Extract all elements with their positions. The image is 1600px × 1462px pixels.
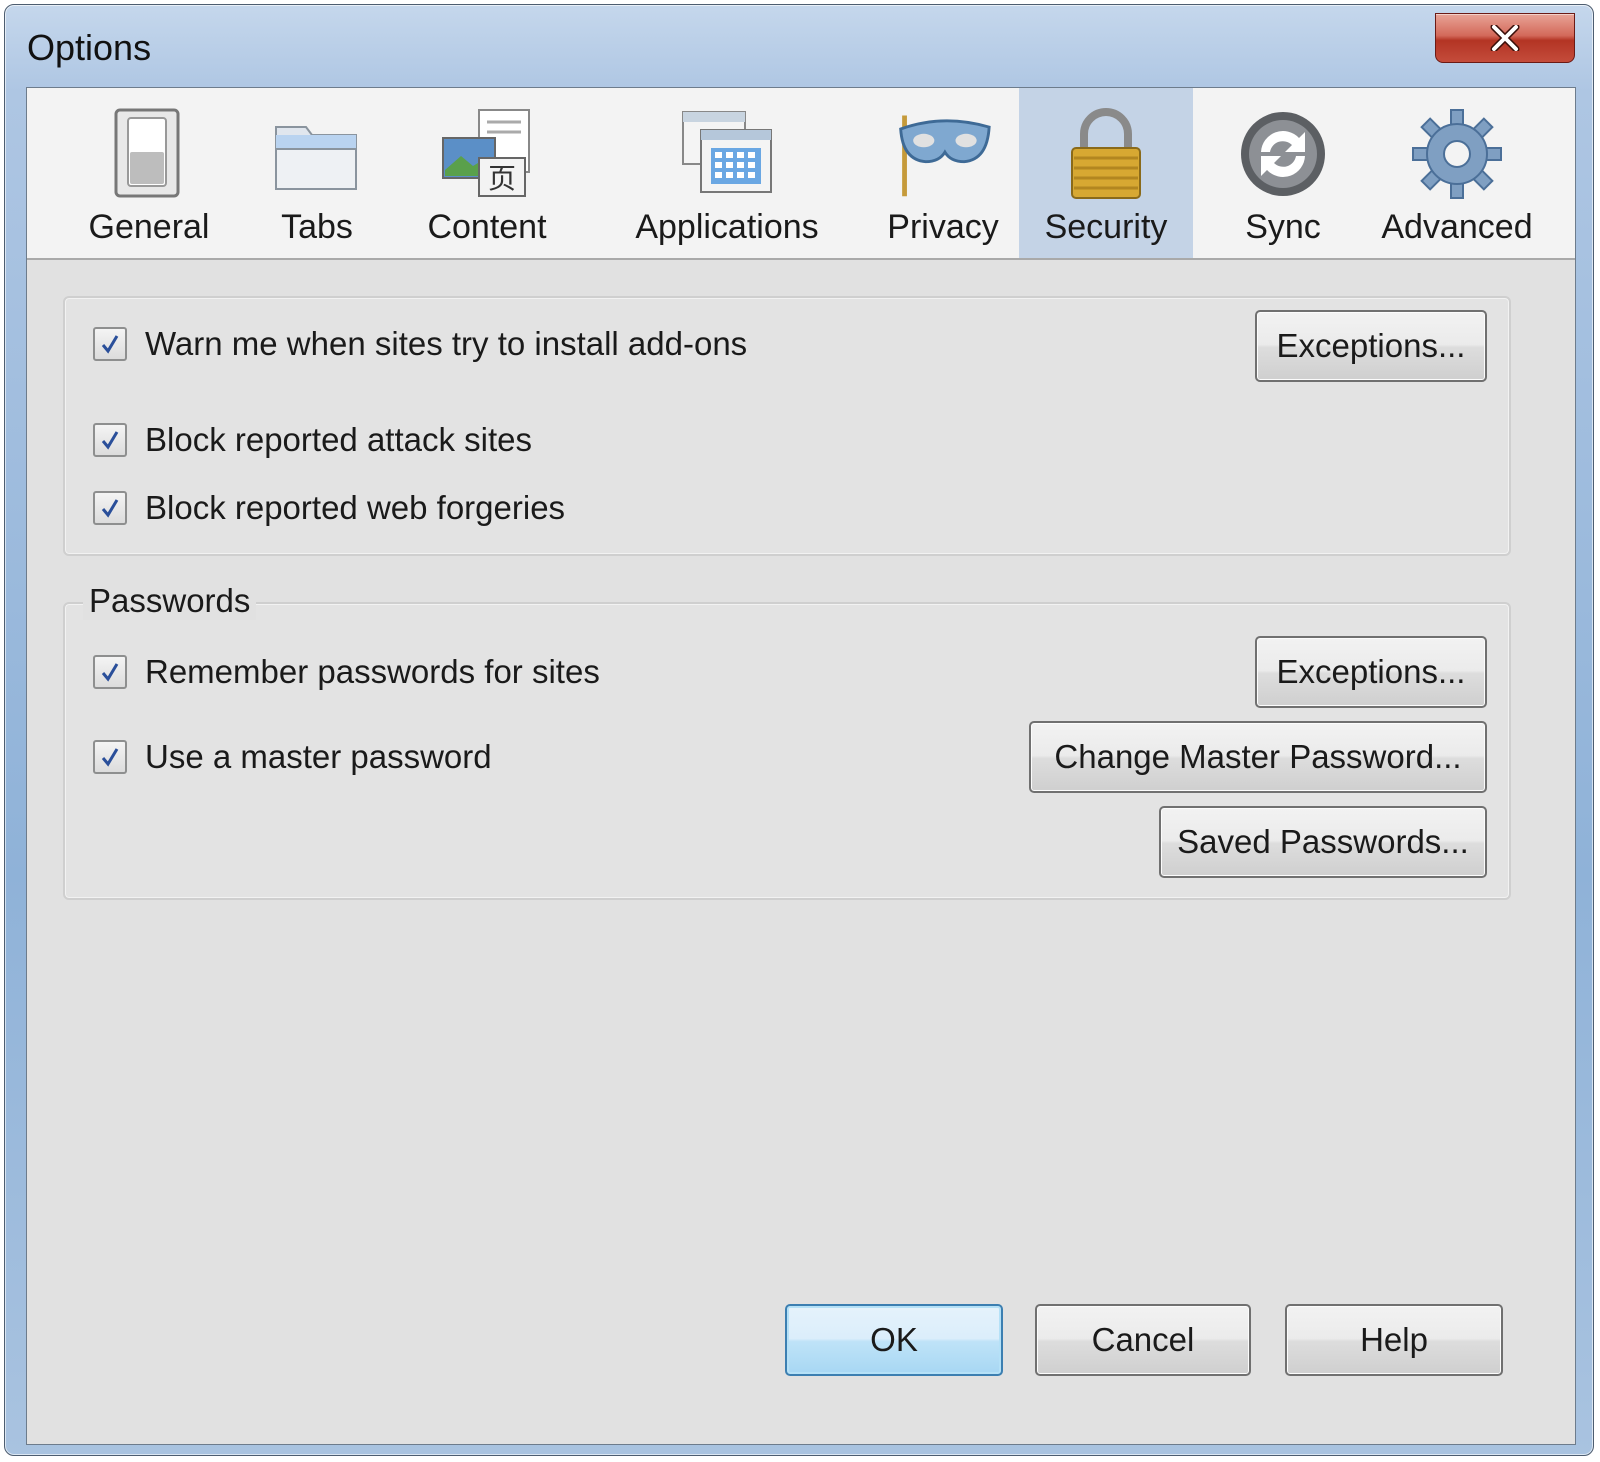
saved-passwords-button[interactable]: Saved Passwords... — [1159, 806, 1487, 878]
tab-tabs[interactable]: Tabs — [257, 88, 377, 258]
security-padlock-icon — [1071, 108, 1141, 199]
sync-arrows-icon — [1241, 112, 1325, 196]
close-button[interactable] — [1435, 13, 1575, 63]
tab-label: Security — [1044, 208, 1168, 246]
tab-sync[interactable]: Sync — [1213, 88, 1353, 258]
applications-window-icon — [682, 111, 772, 193]
remember-passwords-option[interactable]: Remember passwords for sites — [93, 653, 600, 691]
pane-toolbar: General Tabs 页 Content Applications Priv… — [27, 88, 1575, 260]
tab-label: General — [88, 208, 210, 246]
warn-addons-checkbox[interactable] — [93, 327, 127, 361]
tab-label: Advanced — [1381, 208, 1533, 246]
master-password-label: Use a master password — [145, 738, 492, 775]
cancel-button[interactable]: Cancel — [1035, 1304, 1251, 1376]
tab-label: Applications — [635, 208, 819, 246]
close-icon — [1490, 25, 1520, 51]
window-title: Options — [27, 27, 152, 68]
tab-label: Privacy — [887, 208, 999, 246]
advanced-gear-icon — [1412, 109, 1502, 199]
checkmark-icon — [101, 335, 119, 354]
general-switch-icon — [114, 108, 180, 198]
tab-privacy[interactable]: Privacy — [873, 88, 1013, 258]
checkmark-icon — [101, 499, 119, 518]
change-master-password-button[interactable]: Change Master Password... — [1029, 721, 1487, 793]
block-attack-option[interactable]: Block reported attack sites — [93, 421, 532, 459]
block-attack-checkbox[interactable] — [93, 423, 127, 457]
block-forgeries-option[interactable]: Block reported web forgeries — [93, 489, 565, 527]
svg-text:页: 页 — [488, 162, 516, 195]
addon-exceptions-button[interactable]: Exceptions... — [1255, 310, 1487, 382]
tabs-folder-icon — [275, 126, 357, 190]
passwords-group-caption: Passwords — [83, 582, 257, 620]
tab-label: Tabs — [281, 208, 353, 246]
tab-general[interactable]: General — [79, 88, 219, 258]
tab-advanced[interactable]: Advanced — [1367, 88, 1547, 258]
content-page-icon: 页 — [442, 109, 530, 197]
tab-security[interactable]: Security — [1019, 88, 1193, 258]
options-window: Options General Tabs 页 Content Applicati… — [4, 4, 1594, 1456]
checkmark-icon — [101, 663, 119, 682]
tab-label: Sync — [1245, 208, 1321, 246]
block-forgeries-checkbox[interactable] — [93, 491, 127, 525]
master-password-option[interactable]: Use a master password — [93, 738, 492, 776]
warn-addons-label: Warn me when sites try to install add-on… — [145, 325, 748, 362]
checkmark-icon — [101, 431, 119, 450]
remember-passwords-checkbox[interactable] — [93, 655, 127, 689]
tab-applications[interactable]: Applications — [617, 88, 837, 258]
tab-label: Content — [427, 208, 547, 246]
privacy-mask-icon — [899, 115, 991, 197]
dialog-client-area: General Tabs 页 Content Applications Priv… — [26, 87, 1576, 1445]
remember-passwords-label: Remember passwords for sites — [145, 653, 600, 690]
ok-button[interactable]: OK — [785, 1304, 1003, 1376]
checkmark-icon — [101, 748, 119, 767]
tab-content[interactable]: 页 Content — [417, 88, 557, 258]
block-attack-label: Block reported attack sites — [145, 421, 533, 458]
block-forgeries-label: Block reported web forgeries — [145, 489, 566, 526]
password-exceptions-button[interactable]: Exceptions... — [1255, 636, 1487, 708]
master-password-checkbox[interactable] — [93, 740, 127, 774]
warn-addons-option[interactable]: Warn me when sites try to install add-on… — [93, 325, 747, 363]
help-button[interactable]: Help — [1285, 1304, 1503, 1376]
